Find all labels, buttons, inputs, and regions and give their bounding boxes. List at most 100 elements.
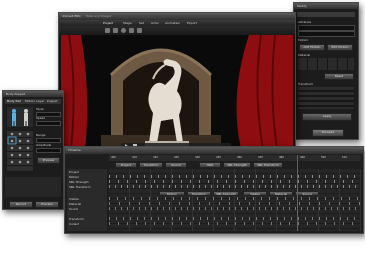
puppet-settings-area <box>5 177 61 197</box>
row-label-collect[interactable]: Collect <box>69 222 79 226</box>
field-label-range: Range <box>36 133 46 137</box>
track-header-sbl-strength[interactable]: SBL Strength <box>223 162 251 168</box>
menu-item-animation[interactable]: Animation <box>165 21 180 25</box>
main-titlebar: iClone4 PRO Table and Staged <box>59 13 295 20</box>
row-label-project[interactable]: Project <box>69 170 79 174</box>
transform-fields[interactable] <box>298 87 354 109</box>
body-puppet-panel: Body Puppet Body Part Motion Layer Puppe… <box>2 90 64 210</box>
frame-number: 450 <box>216 156 221 159</box>
modify-attribute-field-2[interactable] <box>298 31 355 37</box>
frame-number: 490 <box>300 156 305 159</box>
field-label-speed: Speed <box>36 116 46 120</box>
amplitude-field[interactable] <box>36 148 61 153</box>
frame-number: 480 <box>279 156 284 159</box>
playhead[interactable] <box>297 169 298 231</box>
row-label-visible[interactable]: Visible <box>69 197 79 201</box>
frame-number: 410 <box>132 156 137 159</box>
app-title: iClone4 PRO <box>62 14 81 18</box>
row-label-material[interactable]: Material <box>69 202 81 206</box>
material-swatch-row[interactable] <box>298 58 354 70</box>
frame-number: 500 <box>321 156 326 159</box>
toolbar <box>59 26 295 35</box>
scene-render <box>61 35 293 149</box>
menu-item-set[interactable]: Set <box>139 21 144 25</box>
menu-item-export[interactable]: Export <box>187 21 197 25</box>
proceed-button[interactable]: Proceed <box>312 129 344 137</box>
keyframe-row[interactable] <box>109 185 361 188</box>
clip-motion[interactable]: Motion <box>159 191 185 196</box>
clip-sound[interactable]: Sound <box>295 191 319 196</box>
menu-item-actor[interactable]: Actor <box>151 21 159 25</box>
keyframe-row[interactable] <box>109 207 361 210</box>
timeline-track-area[interactable]: Motion Transform SBL Strength Visible Ma… <box>109 169 361 231</box>
field-label-style: Style <box>36 107 44 111</box>
keyframe-row[interactable] <box>109 197 361 200</box>
rotate-tool-icon[interactable] <box>121 28 126 33</box>
frame-number: 440 <box>195 156 200 159</box>
track-header-transform[interactable]: Transform <box>139 162 163 168</box>
menu-item-project[interactable]: Project <box>103 21 113 25</box>
clip-sbl-strength[interactable]: SBL Strength <box>213 191 239 196</box>
row-label-sbl-transform[interactable]: SBL Transform <box>69 185 91 189</box>
select-tool-icon[interactable] <box>105 28 110 33</box>
frame-number: 420 <box>153 156 158 159</box>
move-tool-icon[interactable] <box>113 28 118 33</box>
clip-visible[interactable]: Visible <box>243 191 267 196</box>
keyframe-row[interactable] <box>109 222 361 225</box>
camera-tool-icon[interactable] <box>137 28 142 33</box>
modify-section-label-motion: Motion <box>298 38 309 42</box>
track-label-column: Project Motion SBL Strength SBL Transfor… <box>67 169 107 231</box>
speed-field[interactable] <box>36 121 61 126</box>
body-part-selector[interactable] <box>7 107 33 127</box>
track-header-hdr[interactable]: HDR <box>199 162 221 168</box>
playhead-marker <box>297 155 298 169</box>
row-label-motion[interactable]: Motion <box>69 175 79 179</box>
frame-number: 400 <box>111 156 116 159</box>
edit-motion-button[interactable]: Edit Motion <box>327 44 353 51</box>
frame-number: 430 <box>174 156 179 159</box>
modify-section-label-material: Material <box>298 53 311 57</box>
field-label-amplitude: Amplitude <box>36 143 52 147</box>
puppet-preset-list[interactable] <box>7 131 33 171</box>
keyframe-row[interactable] <box>109 175 361 178</box>
row-label-sound[interactable]: Sound <box>69 207 78 211</box>
body-puppet-title: Body Puppet <box>3 91 63 97</box>
modify-panel: Modify Attribute Motion Add Motion Edit … <box>293 2 359 140</box>
apply-button[interactable]: Apply <box>302 113 352 121</box>
clip-track: Motion Transform SBL Strength Visible Ma… <box>109 191 361 196</box>
viewport-3d[interactable] <box>61 35 293 149</box>
modify-section-label-transform: Transform <box>298 82 313 86</box>
body-puppet-tabs: Body Part Motion Layer Puppet <box>5 99 61 104</box>
scale-tool-icon[interactable] <box>129 28 134 33</box>
keyframe-row[interactable] <box>109 217 361 220</box>
timeline-panel: Timeline 400 410 420 430 440 450 460 470… <box>64 146 364 234</box>
keyframe-row[interactable] <box>109 202 361 205</box>
modify-panel-title: Modify <box>294 3 358 9</box>
clip-material[interactable]: Material <box>269 191 293 196</box>
preview-button[interactable]: Preview <box>37 157 60 164</box>
keyframe-row[interactable] <box>109 180 361 183</box>
timeline-titlebar: Timeline <box>65 147 363 154</box>
tab-body-part[interactable]: Body Part <box>7 99 21 103</box>
track-header-sbl-transform[interactable]: SBL Transform <box>253 162 283 168</box>
main-window: iClone4 PRO Table and Staged Project Sta… <box>58 12 296 154</box>
tab-puppet[interactable]: Puppet <box>47 99 58 103</box>
modify-tab-strip[interactable] <box>297 12 355 17</box>
menu-item-stage[interactable]: Stage <box>123 21 132 25</box>
track-header-sound[interactable]: Sound <box>165 162 187 168</box>
track-header-project[interactable]: Project <box>115 162 137 168</box>
record-button[interactable]: Record <box>9 201 33 208</box>
project-name: Table and Staged <box>85 14 112 18</box>
frame-number: 510 <box>342 156 347 159</box>
tab-motion-layer[interactable]: Motion Layer <box>25 99 45 103</box>
body-figure-icon <box>12 109 28 126</box>
right-curtain <box>236 35 293 149</box>
clip-transform[interactable]: Transform <box>187 191 211 196</box>
frame-ruler[interactable]: 400 410 420 430 440 450 460 470 480 490 … <box>109 155 361 161</box>
frame-number: 460 <box>237 156 242 159</box>
preview-button-bottom[interactable]: Preview <box>35 201 59 208</box>
row-label-transform[interactable]: Transform <box>69 217 84 221</box>
add-motion-button[interactable]: Add Motion <box>299 44 325 51</box>
row-label-sbl-strength[interactable]: SBL Strength <box>69 180 89 184</box>
reset-button[interactable]: Reset <box>324 73 354 80</box>
